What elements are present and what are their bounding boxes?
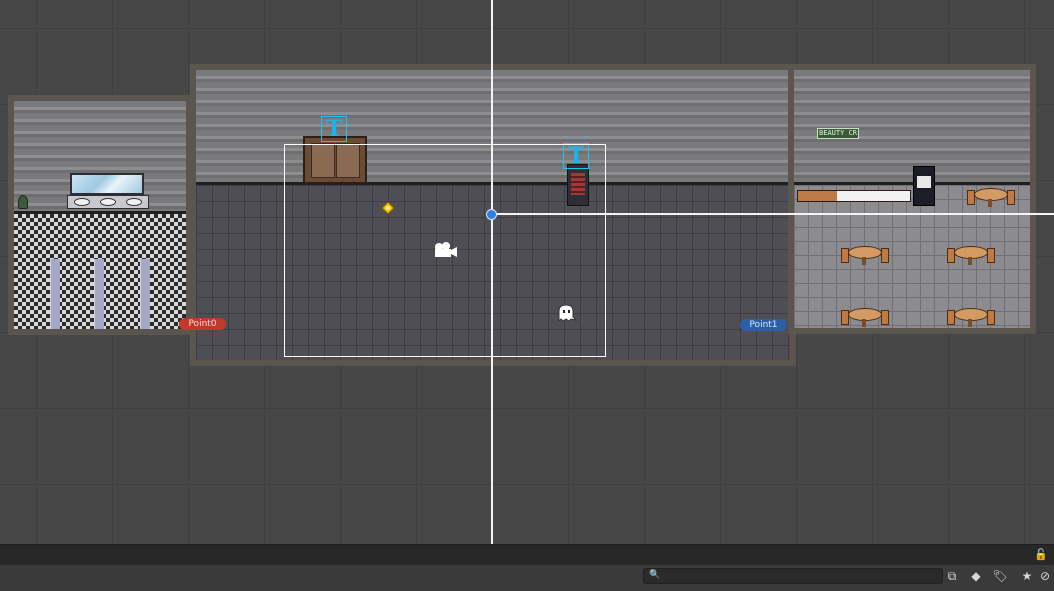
chair [987, 248, 995, 263]
table-leg [968, 257, 972, 265]
restroom-stall-1 [50, 259, 60, 329]
camera-icon[interactable] [432, 241, 458, 259]
restroom-stall-3 [140, 259, 150, 329]
pivot-handle[interactable] [486, 209, 497, 220]
status-bar: 🔓 [0, 544, 1054, 565]
sink-2 [100, 198, 116, 206]
table-leg [988, 199, 992, 207]
scene-view[interactable]: BEAUTY CR T T Point0 Point1 [0, 0, 1054, 544]
bottom-toolbar: 🔍 ⧉ ◆ 🏷 ★ ⊘ [0, 564, 1054, 591]
restroom-stall-2 [94, 259, 104, 329]
light-gizmo-icon[interactable] [381, 201, 395, 215]
chair [1007, 190, 1015, 205]
spawn-point-0[interactable]: Point0 [179, 318, 226, 330]
cafe-table-1[interactable] [965, 186, 1015, 208]
cafeteria-wall [794, 70, 1030, 182]
text-marker-door[interactable]: T [321, 116, 347, 142]
table-leg [968, 319, 972, 327]
cafe-table-3[interactable] [945, 244, 995, 266]
search-input[interactable] [662, 569, 932, 583]
type-filter-icon[interactable]: ◆ [966, 567, 986, 585]
arcade-machine[interactable] [913, 166, 935, 206]
chair [881, 248, 889, 263]
search-field[interactable]: 🔍 [643, 568, 943, 584]
ghost-icon[interactable] [556, 303, 578, 323]
table-leg [862, 319, 866, 327]
search-icon: 🔍 [649, 570, 661, 580]
plant-icon[interactable] [18, 195, 28, 209]
cafe-table-2[interactable] [839, 244, 889, 266]
spawn-point-1[interactable]: Point1 [740, 319, 787, 331]
arcade-screen [917, 176, 931, 188]
lock-icon[interactable]: 🔓 [1034, 548, 1048, 561]
sink-3 [126, 198, 142, 206]
room-cafeteria: BEAUTY CR [788, 64, 1036, 334]
cafe-table-5[interactable] [945, 306, 995, 328]
favorites-star-icon[interactable]: ★ [1017, 567, 1037, 585]
scene-view-toggle-icon[interactable]: ⧉ [942, 567, 962, 585]
cafeteria-sign: BEAUTY CR [817, 128, 859, 139]
sink-1 [74, 198, 90, 206]
restroom-mirror[interactable] [70, 173, 144, 195]
room-restroom [8, 95, 192, 335]
gizmo-x-axis[interactable] [491, 213, 1054, 215]
gizmo-y-axis[interactable] [491, 0, 493, 544]
table-leg [862, 257, 866, 265]
serving-counter[interactable] [797, 190, 911, 202]
cafe-table-4[interactable] [839, 306, 889, 328]
hidden-objects-icon[interactable]: ⊘ [1038, 567, 1052, 585]
chair [881, 310, 889, 325]
chair [987, 310, 995, 325]
label-filter-icon[interactable]: 🏷 [990, 567, 1010, 585]
